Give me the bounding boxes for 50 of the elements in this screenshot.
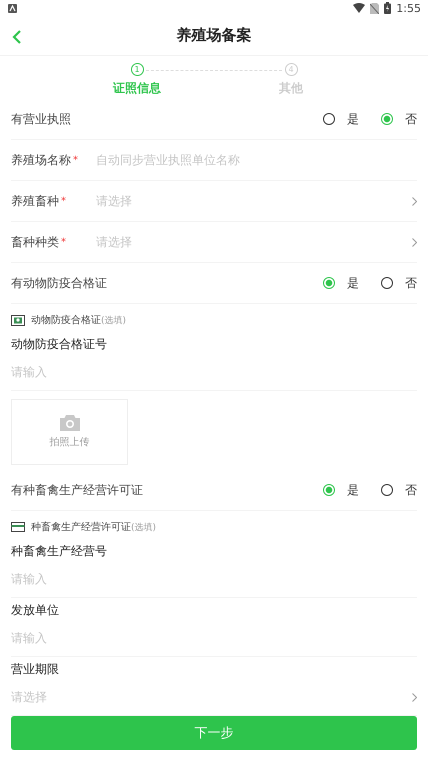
page-title: 养殖场备案 <box>176 26 252 46</box>
field-label: 养殖畜种 <box>11 192 59 210</box>
input-field[interactable]: 自动同步营业执照单位名称 <box>96 152 417 168</box>
card-icon <box>11 522 25 532</box>
field-label: 营业期限 <box>11 661 60 678</box>
radio-button[interactable] <box>381 113 393 125</box>
section-title: 种畜禽生产经营许可证(选填) <box>31 520 156 534</box>
radio-button[interactable] <box>323 484 335 496</box>
radio-button[interactable] <box>381 484 393 496</box>
notification-icon <box>8 4 17 13</box>
radio-button[interactable] <box>323 113 335 125</box>
status-time: 1:55 <box>396 2 421 15</box>
wifi-icon <box>353 3 366 14</box>
chevron-icon <box>412 196 417 206</box>
chevron-icon <box>412 238 417 246</box>
radio-button[interactable] <box>381 277 393 289</box>
photo-upload-button[interactable]: 拍照上传 <box>11 399 128 465</box>
chevron-icon <box>412 693 417 702</box>
field-label: 有动物防疫合格证 <box>11 274 107 292</box>
option-label: 是 <box>347 110 359 128</box>
field-label: 有种畜禽生产经营许可证 <box>11 482 143 498</box>
no-sim-icon <box>370 2 380 14</box>
step-number: 1 <box>130 62 144 76</box>
option-label: 是 <box>347 274 359 292</box>
field-label: 养殖场名称 <box>11 152 71 168</box>
option-label: 否 <box>405 110 417 128</box>
required-mark: * <box>61 196 66 206</box>
option-label: 否 <box>405 482 417 498</box>
select-field[interactable]: 请选择 <box>96 234 412 250</box>
field-label: 种畜禽生产经营号 <box>11 543 108 560</box>
radio-button[interactable] <box>323 277 335 289</box>
input-field[interactable]: 请输入 <box>11 361 417 384</box>
required-mark: * <box>61 236 66 248</box>
select-field[interactable]: 请选择 <box>96 192 412 210</box>
required-mark: * <box>73 154 78 166</box>
next-button[interactable]: 下一步 <box>11 716 417 750</box>
input-field[interactable]: 请输入 <box>11 568 417 591</box>
field-label: 有营业执照 <box>11 110 71 128</box>
field-label: 发放单位 <box>11 602 60 619</box>
step-tab[interactable]: 证照信息 <box>113 80 161 97</box>
back-icon[interactable] <box>12 30 21 44</box>
field-label: 动物防疫合格证号 <box>11 336 108 353</box>
field-label: 畜种种类 <box>11 234 59 250</box>
option-label: 是 <box>347 482 359 498</box>
section-title: 动物防疫合格证(选填) <box>31 314 126 327</box>
select-field[interactable]: 请选择 <box>11 686 412 709</box>
option-label: 否 <box>405 274 417 292</box>
certificate-icon <box>11 314 25 326</box>
input-field[interactable]: 请输入 <box>11 627 417 650</box>
camera-icon <box>60 415 80 431</box>
